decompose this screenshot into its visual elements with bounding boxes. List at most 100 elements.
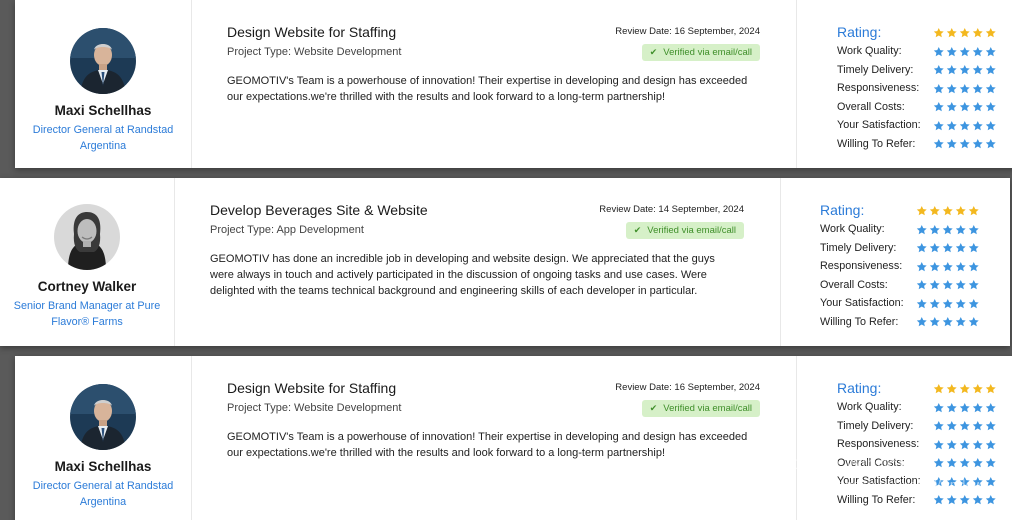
verified-badge: ✔ Verified via email/call [625,222,744,239]
star-icon [985,46,996,56]
rating-label: Rating: [820,202,865,218]
check-icon: ✔ [633,225,642,235]
star-icon [959,83,970,93]
star-icon [933,495,944,505]
star-icon [972,439,983,449]
criterion-stars [933,138,997,149]
rating-row: Responsiveness: [820,257,1009,276]
star-icon [972,421,983,431]
review-card: Cortney Walker Senior Brand Manager at Pu… [0,178,1010,346]
star-icon [972,120,983,130]
avatar [70,28,136,94]
criterion-stars [933,83,997,94]
star-icon [929,317,940,327]
rating-row: Responsiveness: [837,79,1012,98]
star-icon [955,224,966,234]
criterion-label: Your Satisfaction: [837,475,921,488]
review-date: Review Date: 16 September, 2024 [615,382,760,393]
star-icon [972,139,983,149]
star-icon [933,476,944,486]
criterion-stars [933,46,997,57]
star-icon [985,120,996,130]
criterion-label: Your Satisfaction: [837,119,921,132]
criterion-label: Responsiveness: [820,260,903,273]
star-icon [968,243,979,253]
rating-row: Overall Costs: [837,454,1012,473]
star-icon [916,243,927,253]
star-icon [955,205,966,215]
reviewer-profile: Maxi Schellhas Director General at Randst… [15,356,192,520]
star-icon [946,46,957,56]
criterion-label: Timely Delivery: [820,241,897,254]
star-icon [972,46,983,56]
review-text: GEOMOTIV has done an incredible job in d… [210,253,715,298]
verified-badge: ✔ Verified via email/call [641,44,760,61]
criterion-label: Overall Costs: [837,100,905,113]
criterion-label: Your Satisfaction: [820,297,904,310]
rating-row: Your Satisfaction: [820,294,1009,313]
reviewer-title-link[interactable]: Director General at Randstad Argentina [18,122,188,154]
star-icon [942,205,953,215]
star-icon [972,458,983,468]
overall-stars [916,205,980,216]
star-icon [959,476,970,486]
rating-header: Rating: [837,22,1012,42]
star-icon [933,46,944,56]
criterion-label: Willing To Refer: [820,315,899,328]
star-icon [972,476,983,486]
reviewer-title-link[interactable]: Director General at Randstad Argentina [18,478,188,510]
criterion-label: Work Quality: [820,223,885,236]
star-icon [985,421,996,431]
star-icon [955,317,966,327]
criterion-label: Willing To Refer: [837,493,916,506]
star-icon [929,243,940,253]
star-icon [959,27,970,37]
verified-badge: ✔ Verified via email/call [641,400,760,417]
star-icon [985,65,996,75]
star-icon [929,224,940,234]
review-card: Maxi Schellhas Director General at Randst… [15,356,1012,520]
star-icon [942,280,953,290]
star-icon [985,27,996,37]
star-icon [942,317,953,327]
review-body: Design Website for Staffing Project Type:… [192,356,797,520]
reviewer-title-link[interactable]: Senior Brand Manager at Pure Flavor® Far… [2,298,172,330]
star-icon [933,120,944,130]
criterion-stars [933,420,997,431]
review-body: Develop Beverages Site & Website Project … [175,178,781,346]
star-icon [942,261,953,271]
star-icon [985,476,996,486]
verified-label: Verified via email/call [663,47,752,58]
criterion-label: Timely Delivery: [837,419,914,432]
star-icon [972,27,983,37]
criterion-stars [916,279,980,290]
star-icon [933,383,944,393]
star-icon [916,298,927,308]
star-icon [946,402,957,412]
star-icon [955,280,966,290]
star-icon [929,298,940,308]
criterion-stars [916,261,980,272]
star-icon [972,402,983,412]
criterion-stars [933,120,997,131]
star-icon [929,261,940,271]
review-text: GEOMOTIV's Team is a powerhouse of innov… [227,431,748,460]
star-icon [959,383,970,393]
rating-row: Work Quality: [820,220,1009,239]
criterion-stars [916,242,980,253]
star-icon [942,243,953,253]
star-icon [959,102,970,112]
star-icon [946,65,957,75]
check-icon: ✔ [649,403,658,413]
rating-row: Overall Costs: [820,276,1009,295]
star-icon [985,102,996,112]
star-icon [916,317,927,327]
star-icon [946,476,957,486]
criterion-stars [916,224,980,235]
star-icon [959,421,970,431]
star-icon [933,139,944,149]
star-icon [985,439,996,449]
star-icon [933,83,944,93]
star-icon [933,402,944,412]
criterion-label: Overall Costs: [837,456,905,469]
